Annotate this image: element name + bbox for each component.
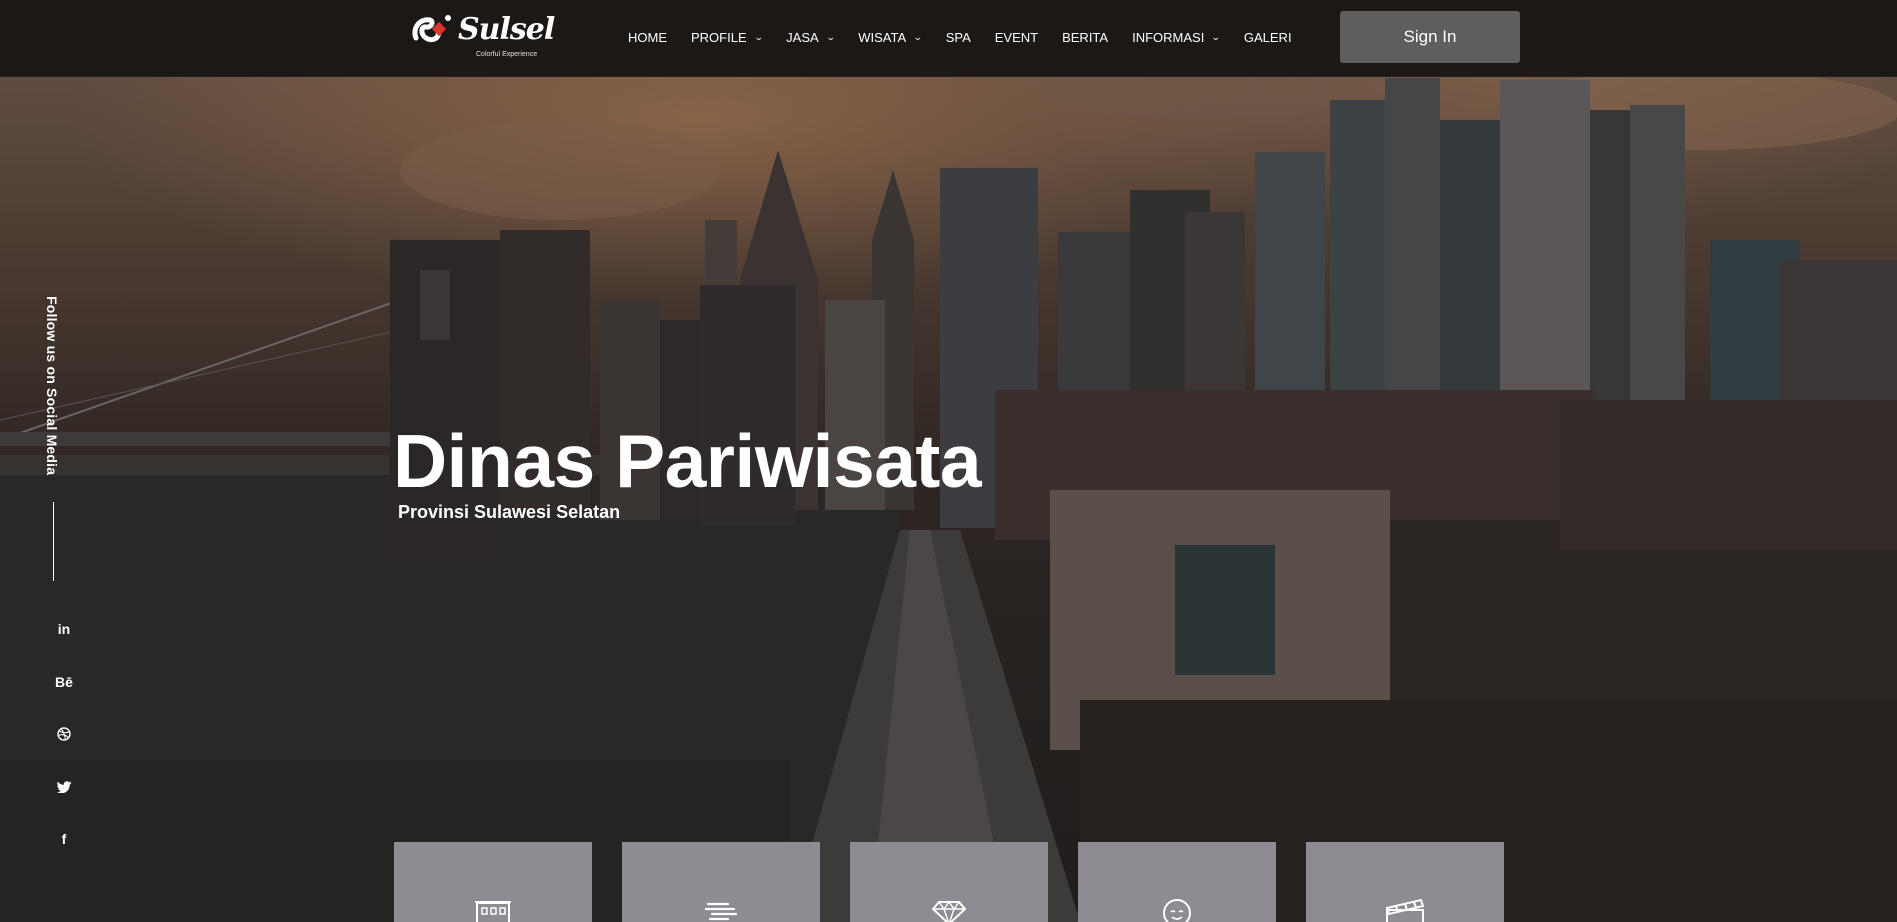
social-divider (53, 502, 54, 581)
nav-item-berita[interactable]: BERITA (1062, 30, 1108, 45)
twitter-icon[interactable] (54, 777, 74, 797)
dribbble-glyph (57, 727, 71, 741)
chevron-down-icon: ⌄ (753, 31, 764, 42)
sign-in-button[interactable]: Sign In (1340, 11, 1520, 63)
top-navbar: Sulsel Colorful Experience HOME PROFILE … (0, 0, 1897, 77)
nav-item-label: SPA (945, 29, 971, 45)
chevron-down-icon: ⌄ (825, 31, 836, 42)
follow-social-label: Follow us on Social Media (44, 296, 60, 476)
nav-item-galeri[interactable]: GALERI (1244, 30, 1292, 45)
dribbble-icon[interactable] (54, 724, 74, 744)
linkedin-glyph: in (57, 621, 71, 637)
nav-item-informasi[interactable]: INFORMASI ⌄ (1132, 29, 1222, 45)
logo-tagline: Colorful Experience (476, 51, 538, 58)
behance-glyph: Bē (55, 674, 73, 690)
food-icon (704, 902, 738, 921)
facebook-glyph: f (61, 831, 67, 847)
nav-item-spa[interactable]: SPA (946, 30, 971, 45)
nav-item-jasa[interactable]: JASA ⌄ (786, 29, 836, 45)
feature-card-attraction[interactable] (850, 842, 1048, 922)
nav-item-event[interactable]: EVENT (995, 30, 1038, 45)
nav-item-label: GALERI (1243, 29, 1292, 45)
logo-mark-icon (412, 15, 451, 43)
twitter-glyph (56, 781, 71, 793)
nav-item-label: BERITA (1062, 29, 1109, 45)
nav-item-label: JASA (786, 29, 819, 45)
hotel-icon (475, 901, 511, 922)
linkedin-icon[interactable]: in (54, 619, 74, 639)
facebook-icon[interactable]: f (54, 829, 74, 849)
brand-logo[interactable]: Sulsel Colorful Experience (410, 10, 560, 62)
nav-item-label: HOME (628, 29, 667, 45)
hero-subtitle: Provinsi Sulawesi Selatan (398, 502, 621, 522)
nav-item-label: PROFILE (691, 29, 747, 45)
logo-wordmark: Sulsel (458, 12, 555, 47)
chevron-down-icon: ⌄ (1211, 31, 1222, 42)
hero-title: Dinas Pariwisata (393, 419, 982, 503)
feature-card-event[interactable] (1306, 842, 1504, 922)
nav-item-home[interactable]: HOME (628, 30, 667, 45)
diamond-icon (931, 900, 967, 922)
feature-card-food[interactable] (622, 842, 820, 922)
nav-item-label: EVENT (994, 29, 1039, 45)
nav-item-label: INFORMASI (1132, 29, 1205, 45)
feature-card-hotel[interactable] (394, 842, 592, 922)
clapperboard-icon (1385, 898, 1425, 922)
behance-icon[interactable]: Bē (54, 672, 74, 692)
nav-item-profile[interactable]: PROFILE ⌄ (691, 29, 764, 45)
feature-card-spa[interactable] (1078, 842, 1276, 922)
main-nav: HOME PROFILE ⌄ JASA ⌄ WISATA ⌄ SPA EVENT… (628, 0, 1316, 74)
nav-item-wisata[interactable]: WISATA ⌄ (858, 29, 923, 45)
chevron-down-icon: ⌄ (913, 31, 923, 42)
spa-face-icon (1163, 899, 1191, 922)
nav-item-label: WISATA (858, 29, 907, 45)
